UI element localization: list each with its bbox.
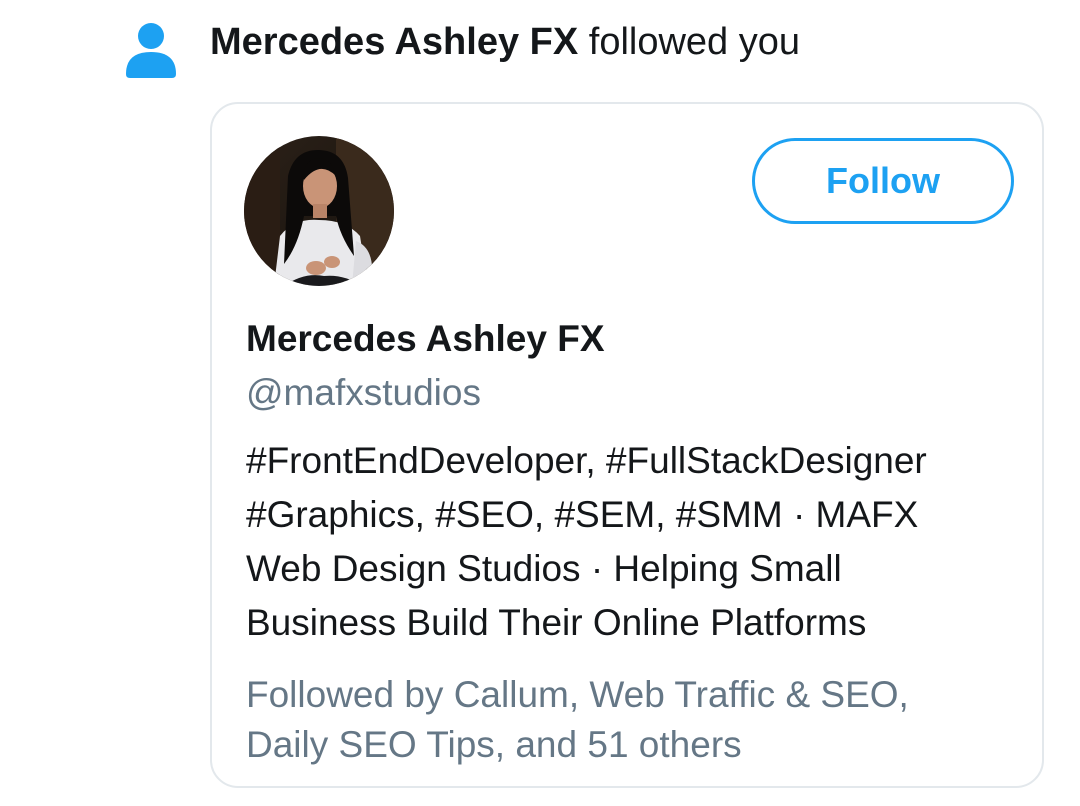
user-card[interactable]: Follow Mercedes Ashley FX @mafxstudios #…	[210, 102, 1044, 788]
user-handle[interactable]: @mafxstudios	[246, 370, 481, 416]
notification-headline: Mercedes Ashley FX followed you	[210, 18, 800, 66]
followed-by-line: Followed by Callum, Web Traffic & SEO,	[246, 674, 909, 715]
follow-button[interactable]: Follow	[752, 138, 1014, 224]
actor-name[interactable]: Mercedes Ashley FX	[210, 21, 578, 63]
bio: #FrontEndDeveloper, #FullStackDesigner #…	[246, 434, 1026, 650]
followed-by-context: Followed by Callum, Web Traffic & SEO, D…	[246, 670, 1026, 770]
avatar[interactable]	[244, 136, 394, 286]
followed-by-line: Daily SEO Tips, and 51 others	[246, 724, 742, 765]
bio-line: Web Design Studios · Helping Small	[246, 548, 842, 589]
display-name[interactable]: Mercedes Ashley FX	[246, 316, 605, 362]
action-text: followed you	[588, 21, 801, 63]
follow-notification[interactable]: Mercedes Ashley FX followed you Follow M…	[0, 0, 1080, 806]
person-icon	[124, 22, 178, 78]
bio-line: #Graphics, #SEO, #SEM, #SMM · MAFX	[246, 494, 919, 535]
bio-line: Business Build Their Online Platforms	[246, 602, 867, 643]
bio-line: #FrontEndDeveloper, #FullStackDesigner	[246, 440, 927, 481]
